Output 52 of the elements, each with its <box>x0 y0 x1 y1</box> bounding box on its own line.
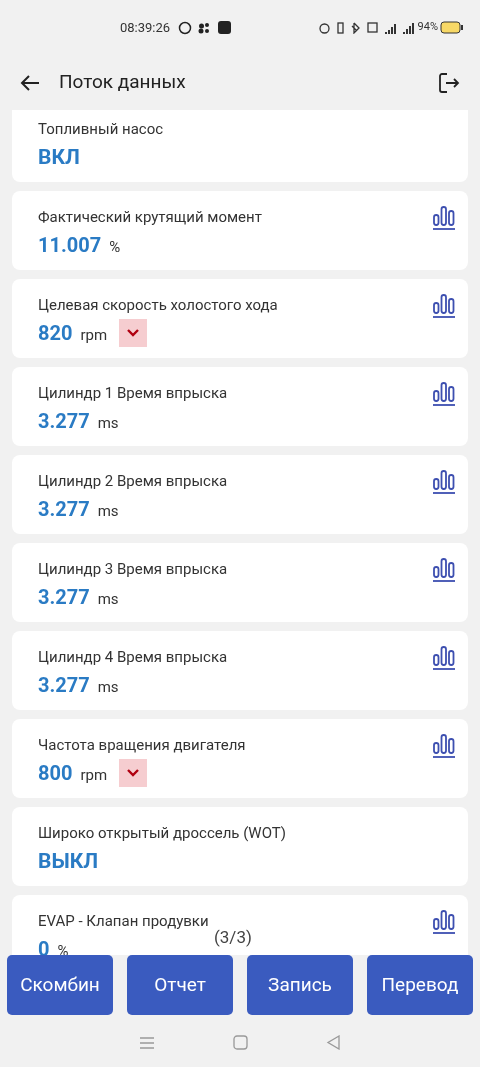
parameter-label: Цилиндр 3 Время впрыска <box>38 559 228 580</box>
parameter-value: 800 <box>38 760 73 787</box>
parameter-value: 820 <box>38 320 73 347</box>
bar-chart-icon[interactable] <box>432 555 456 583</box>
page-indicator: (3/3) <box>214 926 252 949</box>
vibrate-icon <box>336 21 344 34</box>
signal-icon <box>402 21 414 34</box>
unit-label: ms <box>97 500 119 522</box>
bar-chart-icon[interactable] <box>432 379 456 407</box>
parameter-label: Цилиндр 2 Время впрыска <box>38 471 228 492</box>
action-button[interactable]: Запись <box>247 955 353 1015</box>
bar-chart-icon[interactable] <box>432 291 456 319</box>
bar-chart-icon[interactable] <box>432 467 456 495</box>
chevron-down-icon[interactable] <box>119 319 148 347</box>
unit-label: ms <box>97 412 119 434</box>
bar-chart-icon[interactable] <box>432 203 456 231</box>
parameter-value: 11.007 <box>38 232 102 259</box>
dots-icon <box>198 20 211 35</box>
unit-label: ms <box>97 588 119 610</box>
signal-icon <box>384 21 396 34</box>
parameter-value: 3.277 <box>38 672 90 699</box>
screen-title: Поток данных <box>59 69 186 96</box>
unit-label: rpm <box>80 324 108 346</box>
action-button[interactable]: Скомбин <box>7 955 113 1015</box>
action-button[interactable]: Отчет <box>127 955 233 1015</box>
bar-chart-icon[interactable] <box>432 907 456 935</box>
clock-time: 08:39:26 <box>120 18 171 37</box>
unit-label: ms <box>97 676 119 698</box>
bar-chart-icon[interactable] <box>432 731 456 759</box>
parameter-label: Широко открытый дроссель (WOT) <box>38 823 286 844</box>
alarm-icon <box>318 21 330 34</box>
bar-chart-icon[interactable] <box>432 643 456 671</box>
parameter-label: Топливный насос <box>38 119 164 140</box>
parameter-value: 3.277 <box>38 496 90 523</box>
parameter-label: Частота вращения двигателя <box>38 735 246 756</box>
action-button[interactable]: Перевод <box>367 955 473 1015</box>
parameter-label: Цилиндр 4 Время впрыска <box>38 647 228 668</box>
parameter-label: Целевая скорость холостого хода <box>38 295 278 316</box>
bluetooth-icon <box>350 21 360 34</box>
unit-label: % <box>109 236 121 258</box>
parameter-label: Фактический крутящий момент <box>38 207 262 228</box>
parameter-value: 3.277 <box>38 408 90 435</box>
parameter-value: 3.277 <box>38 584 90 611</box>
unit-label: % <box>57 940 69 955</box>
battery-percent: 94% <box>417 19 438 36</box>
parameter-label: EVAP - Клапан продувки <box>38 911 209 932</box>
unit-label: rpm <box>80 764 108 786</box>
chevron-down-icon[interactable] <box>119 759 148 787</box>
parameter-label: Цилиндр 1 Время впрыска <box>38 383 228 404</box>
parameter-value: ВЫКЛ <box>38 848 100 875</box>
battery-icon <box>440 21 464 34</box>
parameter-value: ВКЛ <box>38 144 81 171</box>
